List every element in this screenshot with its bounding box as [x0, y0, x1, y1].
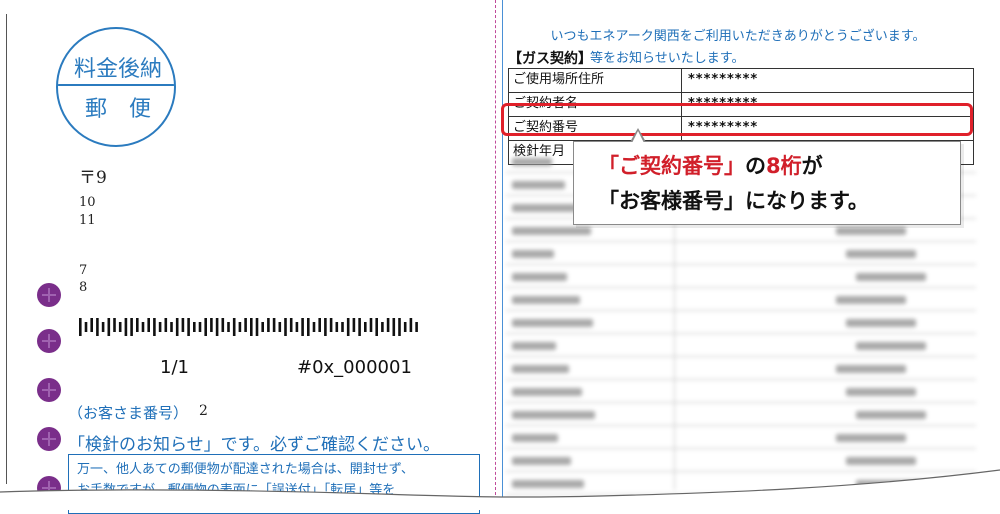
seal-divider: [58, 84, 174, 86]
postal-code: 〒9: [79, 168, 107, 188]
postage-paid-seal: 料金後納 郵 便: [56, 27, 176, 147]
callout-term: 「ご契約番号」: [598, 154, 745, 178]
address-line-1: 10: [79, 195, 96, 210]
address-line-3: 7: [79, 263, 88, 278]
greeting-text: いつもエネアーク関西をご利用いただきありがとうございます。: [550, 29, 926, 44]
greeting-text-2: 等をお知らせいたします。: [590, 51, 745, 66]
document-code: #0x_000001: [297, 357, 412, 378]
address-line-4: 8: [79, 280, 88, 295]
callout-pointer-fill: [632, 131, 644, 143]
postal-barcode: [79, 318, 418, 336]
customer-number-label: （お客さま番号）: [68, 404, 189, 422]
customer-number-value: 2: [199, 403, 208, 419]
table-row: ご使用場所住所 *********: [509, 69, 973, 93]
callout-particle: の: [745, 154, 766, 178]
callout-particle-2: が: [801, 154, 823, 178]
address-line-2: 11: [79, 213, 96, 228]
callout-line-1: 「ご契約番号」の8桁が: [598, 150, 823, 180]
row-label: ご使用場所住所: [509, 69, 682, 92]
meter-reading-notice-title: 「検針のお知らせ」です。必ずご確認ください。: [68, 435, 440, 455]
sequence-number: 1/1: [160, 357, 189, 378]
mail-address-side: 料金後納 郵 便 〒9 10 11 7 8 1/1 #0x_000001 （お客…: [0, 0, 500, 514]
row-value: *********: [688, 72, 759, 87]
torn-edge: [0, 469, 1000, 510]
punch-hole-icon: [37, 329, 61, 353]
punch-hole-icon: [37, 378, 61, 402]
seal-text-line2: 郵 便: [84, 97, 151, 122]
punch-hole-icon: [37, 283, 61, 307]
gas-contract-heading: 【ガス契約】: [508, 51, 592, 67]
callout-line-2: 「お客様番号」になります。: [598, 189, 869, 213]
contract-number-highlight: [501, 103, 973, 136]
page-edge: [6, 14, 7, 484]
punch-hole-icon: [37, 427, 61, 451]
seal-text-line1: 料金後納: [73, 57, 162, 82]
callout-digits: 8桁: [766, 154, 802, 178]
fold-line: [502, 0, 503, 500]
perforation-line: [495, 0, 496, 500]
